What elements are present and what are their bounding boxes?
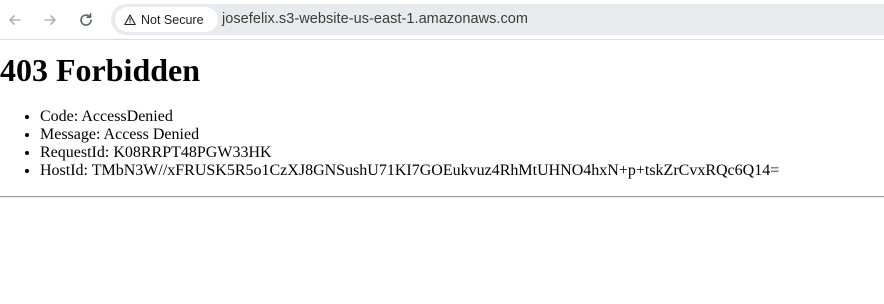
list-item: HostId: TMbN3W//xFRUSK5R5o1CzXJ8GNSushU7…: [40, 162, 779, 180]
forward-arrow-icon: [44, 15, 56, 25]
list-item: RequestId: K08RRPT48PGW33HK: [40, 144, 779, 162]
divider: [0, 196, 884, 198]
back-arrow-icon: [9, 15, 21, 25]
security-label: Not Secure: [141, 12, 204, 27]
list-item: Message: Access Denied: [40, 126, 779, 144]
list-item: Code: AccessDenied: [40, 108, 779, 126]
url-text[interactable]: josefelix.s3-website-us-east-1.amazonaws…: [222, 11, 528, 27]
forward-button[interactable]: [39, 9, 61, 31]
error-details-list: Code: AccessDenied Message: Access Denie…: [40, 108, 779, 180]
address-bar[interactable]: Not Secure josefelix.s3-website-us-east-…: [111, 4, 884, 35]
back-button[interactable]: [4, 9, 26, 31]
reload-icon: [80, 13, 92, 26]
security-chip[interactable]: Not Secure: [115, 7, 218, 32]
page-title: 403 Forbidden: [0, 52, 201, 88]
warning-icon: [124, 13, 136, 25]
reload-button[interactable]: [75, 9, 97, 31]
browser-toolbar: Not Secure josefelix.s3-website-us-east-…: [0, 0, 884, 40]
